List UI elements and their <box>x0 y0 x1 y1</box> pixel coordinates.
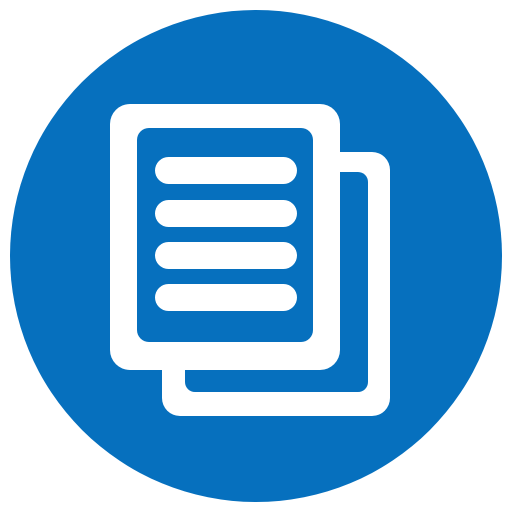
text-line <box>155 157 297 184</box>
front-document-icon <box>110 104 340 370</box>
app-icon <box>0 0 512 512</box>
text-line <box>155 242 297 269</box>
text-line <box>155 200 297 227</box>
text-line <box>155 284 297 311</box>
documents-copy-icon <box>10 10 502 502</box>
